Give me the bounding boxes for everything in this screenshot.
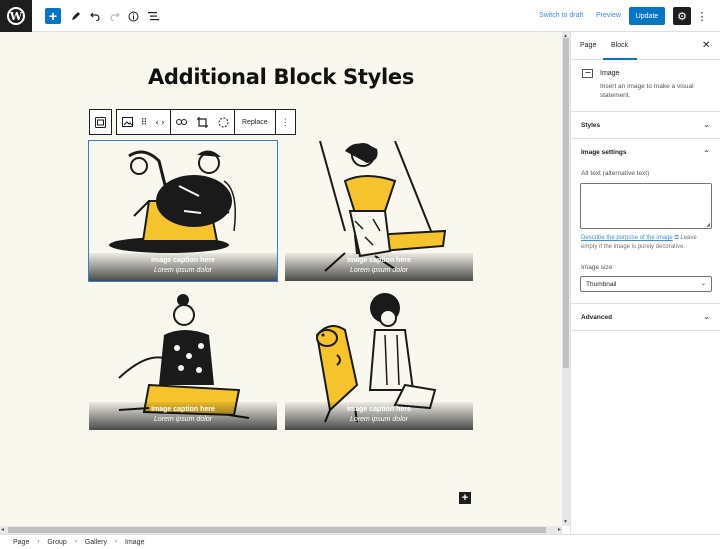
breadcrumb: Page › Group › Gallery › Image [0, 534, 720, 549]
scroll-right-icon[interactable]: ▸ [558, 526, 561, 533]
alt-text-label: Alt text (alternative text) [581, 170, 650, 177]
top-toolbar: W + Switch to draft Preview Update ⚙ ⋮ [0, 0, 720, 32]
vertical-scrollbar[interactable]: ▲ ▼ [562, 32, 570, 526]
styles-panel-toggle[interactable]: Styles ⌄ [571, 112, 720, 139]
move-arrows-icon[interactable]: ‹ › [150, 110, 170, 134]
block-description: Insert an image to make a visual stateme… [600, 83, 694, 99]
undo-icon[interactable] [87, 8, 103, 24]
advanced-panel-toggle[interactable]: Advanced ⌄ [571, 304, 720, 331]
update-button[interactable]: Update [629, 7, 665, 25]
redo-icon[interactable] [107, 8, 123, 24]
describe-purpose-link[interactable]: Describe the purpose of the image [581, 235, 673, 241]
horizontal-scroll-thumb[interactable] [8, 527, 546, 533]
chevron-down-icon: ⌄ [700, 281, 706, 287]
duotone-icon[interactable] [213, 110, 234, 134]
image-size-label: Image size [581, 264, 613, 271]
wordpress-logo-icon[interactable]: W [0, 0, 32, 32]
block-toolbar: ⠿ ‹ › Replace ⋮ [89, 109, 296, 135]
resize-handle-icon[interactable]: ◢ [706, 222, 710, 228]
gallery-image-2[interactable]: Image caption here Lorem ipsum dolor [285, 141, 473, 281]
block-appender-plus-icon[interactable]: + [459, 492, 471, 504]
sidebar-tabs: Page Block ✕ [571, 32, 720, 60]
block-name: Image [600, 70, 620, 77]
breadcrumb-image: Image [125, 538, 145, 546]
close-icon[interactable]: ✕ [702, 40, 710, 51]
add-block-button[interactable]: + [45, 8, 61, 24]
external-link-icon: ⧉ [674, 235, 679, 241]
block-more-options-icon[interactable]: ⋮ [274, 110, 295, 134]
block-controls: ⠿ ‹ › Replace ⋮ [116, 109, 296, 135]
image-caption[interactable]: Image caption here Lorem ipsum dolor [89, 253, 277, 281]
drag-handle-icon[interactable]: ⠿ [138, 110, 150, 134]
image-caption[interactable]: Image caption here Lorem ipsum dolor [285, 253, 473, 281]
tab-block[interactable]: Block [611, 42, 628, 49]
settings-gear-icon[interactable]: ⚙ [673, 7, 691, 25]
vertical-scroll-thumb[interactable] [563, 38, 569, 368]
chevron-down-icon: ⌄ [703, 120, 710, 129]
gallery-parent-icon[interactable] [90, 110, 111, 134]
pencil-icon[interactable] [68, 8, 84, 24]
image-caption[interactable]: Image caption here Lorem ipsum dolor [89, 402, 277, 430]
chevron-right-icon: › [115, 539, 118, 545]
info-icon[interactable] [125, 8, 141, 24]
replace-button[interactable]: Replace [234, 110, 275, 134]
alt-text-field[interactable]: ◢ [580, 183, 712, 229]
scroll-down-icon[interactable]: ▼ [563, 519, 568, 525]
image-settings-panel: Alt text (alternative text) ◢ Describe t… [571, 166, 720, 304]
gallery-image-3[interactable]: Image caption here Lorem ipsum dolor [89, 290, 277, 430]
image-block-icon[interactable] [117, 110, 138, 134]
breadcrumb-page[interactable]: Page [13, 539, 29, 546]
image-caption[interactable]: Image caption here Lorem ipsum dolor [285, 402, 473, 430]
switch-to-draft-link[interactable]: Switch to draft [539, 12, 583, 19]
gallery-image-1[interactable]: Image caption here Lorem ipsum dolor [88, 140, 278, 282]
horizontal-scrollbar[interactable]: ◂ ▸ [0, 526, 562, 534]
crop-icon[interactable] [192, 110, 213, 134]
link-icon[interactable] [170, 110, 192, 134]
image-block-icon [582, 69, 593, 78]
chevron-right-icon: › [37, 539, 40, 545]
breadcrumb-gallery[interactable]: Gallery [85, 539, 107, 546]
list-view-icon[interactable] [145, 8, 161, 24]
preview-link[interactable]: Preview [596, 12, 621, 19]
block-type-switcher[interactable] [89, 109, 112, 135]
page-title[interactable]: Additional Block Styles [0, 65, 562, 89]
more-options-icon[interactable]: ⋮ [697, 8, 708, 24]
alt-text-help: Describe the purpose of the image ⧉ Leav… [581, 235, 697, 250]
image-size-select[interactable]: Thumbnail ⌄ [580, 276, 712, 292]
image-settings-panel-toggle[interactable]: Image settings ⌃ [571, 139, 720, 166]
chevron-right-icon: › [74, 539, 77, 545]
editor-canvas[interactable]: Additional Block Styles ⠿ ‹ › Replace ⋮ [0, 32, 562, 526]
settings-sidebar: Page Block ✕ Image Insert an image to ma… [570, 32, 720, 534]
tab-page[interactable]: Page [580, 42, 596, 49]
gallery-image-4[interactable]: Image caption here Lorem ipsum dolor [285, 290, 473, 430]
chevron-up-icon: ⌃ [703, 149, 710, 158]
scroll-left-icon[interactable]: ◂ [1, 526, 4, 533]
breadcrumb-group[interactable]: Group [47, 539, 66, 546]
block-card: Image Insert an image to make a visual s… [571, 60, 720, 112]
chevron-down-icon: ⌄ [703, 312, 710, 321]
